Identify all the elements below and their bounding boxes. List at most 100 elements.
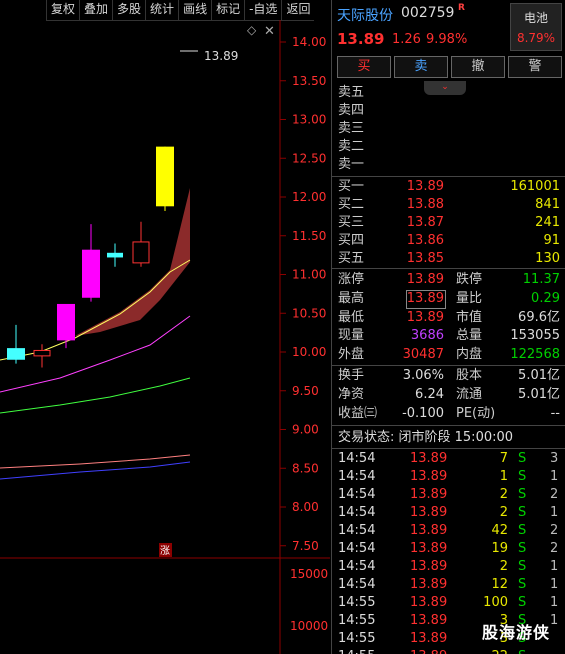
price-axis-label: 14.00 bbox=[292, 35, 326, 49]
price-axis-label: 10.00 bbox=[292, 345, 326, 359]
level-volume: 841 bbox=[535, 197, 560, 212]
tick-count: 1 bbox=[550, 505, 559, 520]
ask-row[interactable]: 卖二 bbox=[332, 138, 565, 156]
stock-name[interactable]: 天际股份 bbox=[337, 5, 393, 25]
bid-row[interactable]: 买五 13.85 130 bbox=[332, 250, 565, 268]
tick-side: S bbox=[518, 487, 527, 502]
stat-total-vol-label: 总量 bbox=[456, 328, 483, 343]
level-label: 卖五 bbox=[338, 85, 365, 100]
ma120-line bbox=[0, 461, 191, 480]
stat-equity-label: 股本 bbox=[456, 368, 483, 383]
level-price: 13.86 bbox=[406, 233, 444, 248]
candle-body[interactable] bbox=[7, 348, 25, 360]
sell-button[interactable]: 卖 bbox=[394, 56, 448, 78]
trade-status: 交易状态: 闭市阶段 15:00:00 bbox=[338, 430, 514, 445]
tick-count: 1 bbox=[550, 559, 559, 574]
stat-inner: 122568 bbox=[510, 347, 560, 362]
level-label: 卖三 bbox=[338, 121, 365, 136]
tick-count: 1 bbox=[550, 595, 559, 610]
tick-time: 14:55 bbox=[338, 613, 376, 628]
level-label: 买四 bbox=[338, 233, 365, 248]
tick-count: 1 bbox=[550, 469, 559, 484]
price-axis-label: 12.00 bbox=[292, 190, 326, 204]
sector-box[interactable]: 电池 8.79% bbox=[510, 3, 562, 51]
margin-flag: R bbox=[458, 3, 465, 13]
stat-low: 13.89 bbox=[406, 310, 444, 325]
alert-button[interactable]: 警 bbox=[508, 56, 562, 78]
price-axis-label: 11.00 bbox=[292, 268, 326, 282]
close-icon[interactable]: ✕ bbox=[264, 24, 275, 39]
candle-body[interactable] bbox=[132, 241, 150, 264]
watermark: 股海游侠 bbox=[482, 623, 551, 642]
level-label: 买二 bbox=[338, 197, 365, 212]
diamond-icon[interactable]: ◇ bbox=[247, 23, 257, 37]
sector-pct: 8.79% bbox=[516, 31, 556, 45]
candle-body[interactable] bbox=[107, 252, 123, 258]
level-price: 13.87 bbox=[406, 215, 444, 230]
level-price: 13.88 bbox=[406, 197, 444, 212]
trade-tick-row: 14:54 13.89 42 S 2 bbox=[332, 522, 565, 540]
candle-body[interactable] bbox=[33, 349, 51, 357]
trade-tick-row: 14:54 13.89 7 S 3 bbox=[332, 450, 565, 468]
trade-tick-row: 14:54 13.89 12 S 1 bbox=[332, 576, 565, 594]
tick-side: S bbox=[518, 451, 527, 466]
stat-inner-label: 内盘 bbox=[456, 347, 483, 362]
bid-row[interactable]: 买二 13.88 841 bbox=[332, 196, 565, 214]
level-price: 13.85 bbox=[406, 251, 444, 266]
tick-side: S bbox=[518, 541, 527, 556]
candle-body[interactable] bbox=[82, 249, 100, 298]
kline-plot: 14.00 13.50 13.00 12.50 12.00 11.50 11.00 10.50… bbox=[0, 20, 330, 654]
level-volume: 91 bbox=[543, 233, 560, 248]
trade-tick-row: 14:54 13.89 1 S 1 bbox=[332, 468, 565, 486]
cancel-order-button[interactable]: 撤 bbox=[451, 56, 505, 78]
price-axis-label: 11.50 bbox=[292, 229, 326, 243]
tick-time: 14:54 bbox=[338, 451, 376, 466]
tick-time: 14:54 bbox=[338, 505, 376, 520]
level-label: 买五 bbox=[338, 251, 365, 266]
stock-code: 002759 bbox=[401, 5, 455, 21]
tick-volume: 22 bbox=[472, 648, 508, 654]
level-volume: 161001 bbox=[510, 179, 560, 194]
tick-volume: 100 bbox=[483, 595, 508, 610]
stat-total-vol: 153055 bbox=[510, 328, 560, 343]
tick-price: 13.89 bbox=[410, 487, 448, 502]
ask-row[interactable]: 卖四 bbox=[332, 102, 565, 120]
limit-up-badge: 涨 bbox=[160, 545, 170, 557]
stat-vol-ratio-label: 量比 bbox=[456, 291, 483, 306]
bid-row[interactable]: 买四 13.86 91 bbox=[332, 232, 565, 250]
price-axis-label: 12.50 bbox=[292, 151, 326, 165]
candle-body[interactable] bbox=[57, 303, 75, 341]
quote-panel: 天际股份 002759 R 13.89 1.26 9.98% 电池 8.79% … bbox=[331, 0, 565, 654]
stat-net-asset: 6.24 bbox=[415, 387, 444, 402]
tick-price: 13.89 bbox=[410, 631, 448, 646]
tick-volume: 2 bbox=[499, 487, 508, 502]
kline-chart[interactable]: 复权 叠加 多股 统计 画线 标记 -自选 返回 14.00 13.50 13.00… bbox=[0, 0, 330, 654]
level-label: 卖一 bbox=[338, 157, 365, 172]
tick-price: 13.89 bbox=[410, 613, 448, 628]
candle-body[interactable] bbox=[156, 146, 174, 207]
stat-eps-label: 收益㈢ bbox=[338, 406, 378, 421]
tick-time: 14:54 bbox=[338, 487, 376, 502]
ask-row[interactable]: 卖三 bbox=[332, 120, 565, 138]
buy-button[interactable]: 买 bbox=[337, 56, 391, 78]
bid-row[interactable]: 买一 13.89 161001 bbox=[332, 178, 565, 196]
ask-row[interactable]: 卖一 bbox=[332, 156, 565, 174]
tick-price: 13.89 bbox=[410, 648, 447, 654]
trade-tick-row: 14:54 13.89 2 S 2 bbox=[332, 486, 565, 504]
tick-price: 13.89 bbox=[410, 577, 448, 592]
stat-cur-vol: 3686 bbox=[410, 328, 444, 343]
price-axis-label: 13.50 bbox=[292, 74, 326, 88]
tick-price: 13.89 bbox=[410, 541, 448, 556]
volume-axis-label: 10000 bbox=[290, 619, 328, 633]
level-label: 卖四 bbox=[338, 103, 365, 118]
tick-count: 1 bbox=[550, 577, 559, 592]
ask-row[interactable]: 卖五 bbox=[332, 84, 565, 102]
tick-time: 14:55 bbox=[338, 648, 375, 654]
tick-count: 2 bbox=[550, 487, 559, 502]
tick-time: 14:54 bbox=[338, 541, 376, 556]
bid-row[interactable]: 买三 13.87 241 bbox=[332, 214, 565, 232]
tick-time: 14:54 bbox=[338, 577, 376, 592]
stat-eps: -0.100 bbox=[402, 406, 444, 421]
stat-net-asset-label: 净资 bbox=[338, 387, 365, 402]
stat-float: 5.01亿 bbox=[518, 387, 560, 402]
